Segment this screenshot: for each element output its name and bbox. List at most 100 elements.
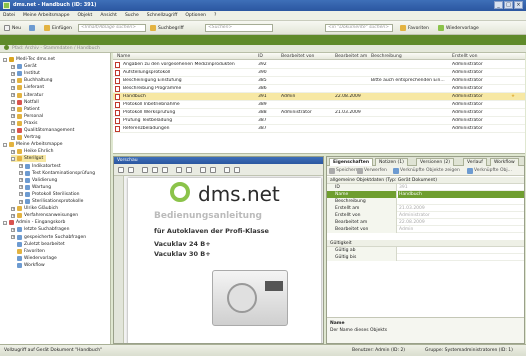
tree-item[interactable]: + Patient — [11, 106, 40, 113]
menu-objekt[interactable]: Objekt — [78, 13, 93, 18]
navigate-icon[interactable] — [4, 45, 9, 50]
menu-arbeitsmappe[interactable]: Meine Arbeitsmappe — [23, 13, 70, 18]
property-value[interactable]: Admin — [399, 226, 413, 233]
search-input[interactable]: <Suchen> — [205, 24, 273, 32]
tree-item[interactable]: + Indikatortest — [19, 163, 61, 170]
minimize-button[interactable]: _ — [494, 1, 503, 9]
expand-toggle-icon[interactable]: + — [11, 85, 15, 90]
tree-item[interactable]: - Meine Arbeitsmappe — [3, 141, 63, 148]
expand-toggle-icon[interactable]: + — [19, 164, 23, 168]
tree-item[interactable]: Favoriten — [11, 248, 45, 255]
menu-datei[interactable]: Datei — [3, 13, 15, 18]
tree-item[interactable]: + Sterilisationsprotokolle — [19, 198, 83, 205]
tab-notizen[interactable]: Notizen (1) — [375, 158, 408, 166]
property-row[interactable]: ID 391 — [327, 184, 524, 191]
group-validity[interactable]: Gültigkeit — [327, 240, 524, 247]
checkin-search-input[interactable]: <Inhalt/Ablage suchen> — [78, 24, 146, 32]
page-down-icon[interactable] — [162, 167, 168, 173]
menu-suche[interactable]: Suche — [125, 13, 139, 18]
favorite-star-icon[interactable]: ★ — [511, 94, 515, 99]
maximize-button[interactable]: □ — [504, 1, 513, 9]
expand-toggle-icon[interactable]: + — [11, 100, 15, 105]
tree-item[interactable]: + Institut — [11, 70, 40, 77]
expand-toggle-icon[interactable]: - — [3, 220, 7, 225]
property-row[interactable]: Beschreibung — [327, 198, 524, 205]
close-button[interactable]: × — [514, 1, 523, 9]
menu-help[interactable]: ? — [214, 13, 216, 18]
tree-item[interactable]: + letzte Suchabfragen — [11, 226, 69, 233]
expand-toggle-icon[interactable]: + — [11, 71, 15, 76]
tree-item[interactable]: Zuletzt bearbeitet — [11, 241, 65, 248]
tree-item[interactable]: - Sterilgut — [11, 155, 47, 163]
property-row[interactable]: Name Handbuch — [327, 191, 524, 198]
expand-toggle-icon[interactable]: + — [11, 135, 15, 140]
tree-item[interactable]: + gespeicherte Suchabfragen — [11, 234, 86, 241]
expand-toggle-icon[interactable]: + — [11, 93, 15, 97]
tree-item[interactable]: + Personal — [11, 113, 43, 120]
tree-item[interactable]: + Gerät — [11, 63, 37, 70]
tab-eigenschaften[interactable]: Eigenschaften — [329, 158, 374, 166]
property-row[interactable]: Erstellt am 21.03.2009 — [327, 205, 524, 212]
table-row[interactable]: Aufstellungsprotokoll 390 Administrator — [113, 69, 525, 77]
table-row[interactable]: Referenzbeladungen 387 Administrator — [113, 125, 525, 133]
tree-item[interactable]: + Literatur — [11, 92, 43, 99]
tree-item[interactable]: - Medi-Tec dms.net — [3, 56, 55, 63]
tree-item[interactable]: + Ulrike Gläubich — [11, 205, 58, 212]
menu-schnellzugriff[interactable]: Schnellzugriff — [147, 13, 178, 18]
tree-item[interactable]: + Notfall — [11, 99, 39, 106]
expand-toggle-icon[interactable]: - — [3, 142, 7, 147]
col-edited-at[interactable]: Bearbeitet am — [335, 54, 367, 59]
group-general[interactable]: allgemeine Objektdaten (Typ: Gerät Dokum… — [327, 177, 524, 184]
menu-optionen[interactable]: Optionen — [185, 13, 206, 18]
property-value[interactable]: 391 — [399, 184, 408, 191]
col-description[interactable]: Beschreibung — [371, 54, 402, 59]
tree-item[interactable]: - Admin - Eingangskorb — [3, 219, 65, 226]
col-name[interactable]: Name — [117, 54, 130, 59]
expand-toggle-icon[interactable]: + — [19, 199, 23, 204]
expand-toggle-icon[interactable]: + — [11, 121, 15, 126]
search-icon[interactable] — [128, 167, 134, 173]
table-row[interactable]: Bescheinigung Einstufung 385 Bitte auch en… — [113, 77, 525, 85]
favorites-button[interactable]: Favoriten — [400, 24, 429, 32]
expand-toggle-icon[interactable]: + — [11, 128, 15, 133]
tree-item[interactable]: + Verfahrensanweisungen — [11, 212, 78, 219]
tree-item[interactable]: + Heike Ehrlich — [11, 148, 53, 155]
tree-item[interactable]: + Qualitätsmanagement — [11, 127, 74, 134]
expand-toggle-icon[interactable]: + — [11, 235, 15, 239]
tree-item[interactable]: Workflow — [11, 262, 45, 269]
expand-toggle-icon[interactable]: + — [11, 64, 15, 69]
expand-toggle-icon[interactable]: + — [11, 78, 15, 83]
tree-item[interactable]: + Wartung — [19, 184, 51, 191]
property-value[interactable]: Administrator — [399, 212, 430, 219]
checkin-button[interactable]: Einfügen — [44, 24, 72, 32]
print-icon[interactable] — [118, 167, 124, 173]
select-tool-icon[interactable] — [234, 167, 240, 173]
tab-workflow[interactable]: Workflow — [490, 158, 519, 166]
tab-versionen[interactable]: Versionen (2) — [416, 158, 454, 166]
tree-item[interactable]: Wiedervorlage — [11, 255, 57, 262]
property-value[interactable]: 21.03.2009 — [399, 205, 425, 212]
expand-toggle-icon[interactable]: + — [11, 149, 15, 154]
property-value[interactable]: Handbuch — [398, 191, 524, 198]
tab-verlauf[interactable]: Verlauf — [463, 158, 487, 166]
linked-objects-button-2[interactable]: Verknüpfte Obj... — [467, 168, 512, 174]
discard-button[interactable]: Verwerfen — [357, 168, 387, 174]
property-row[interactable]: Bearbeitet am 22.08.2009 — [327, 219, 524, 226]
rotate-icon[interactable] — [200, 167, 206, 173]
expand-toggle-icon[interactable]: + — [19, 178, 23, 183]
expand-toggle-icon[interactable]: + — [19, 185, 23, 190]
col-creator[interactable]: Erstellt von — [452, 54, 478, 59]
hand-tool-icon[interactable] — [224, 167, 230, 173]
expand-toggle-icon[interactable]: + — [11, 206, 15, 211]
table-row[interactable]: Beschreibung Programme 386 Administrator — [113, 85, 525, 93]
zoom-out-icon[interactable] — [176, 167, 182, 173]
table-row[interactable]: Protokoll Inbetriebnahme 389 Administrator — [113, 101, 525, 109]
property-row[interactable]: Bearbeitet von Admin — [327, 226, 524, 233]
tree-item[interactable]: + Vertrag — [11, 134, 41, 141]
expand-toggle-icon[interactable]: + — [19, 192, 23, 197]
table-row[interactable]: Prüfung Textbeladung 387 Administrator — [113, 117, 525, 125]
property-row[interactable]: Gültig ab — [327, 247, 524, 254]
col-edited-by[interactable]: Bearbeitet von — [281, 54, 314, 59]
refresh-icon[interactable] — [29, 25, 35, 31]
zoom-in-icon[interactable] — [186, 167, 192, 173]
